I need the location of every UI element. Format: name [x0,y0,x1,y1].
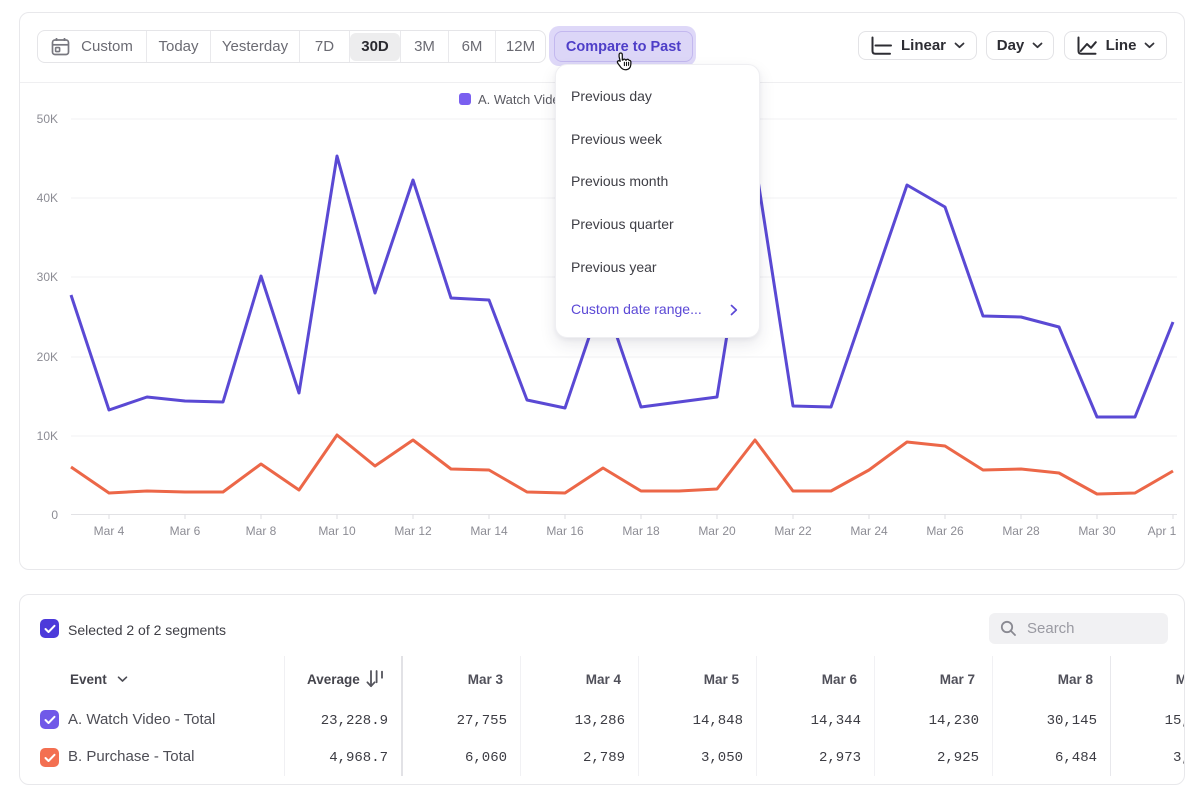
svg-text:0: 0 [51,508,58,522]
svg-text:Mar 16: Mar 16 [546,524,584,538]
svg-text:Mar 18: Mar 18 [622,524,660,538]
svg-text:20K: 20K [37,350,58,364]
svg-text:Mar 26: Mar 26 [926,524,964,538]
svg-text:Mar 8: Mar 8 [246,524,277,538]
svg-text:Mar 24: Mar 24 [850,524,888,538]
svg-text:Mar 14: Mar 14 [470,524,508,538]
svg-text:Mar 20: Mar 20 [698,524,736,538]
svg-text:Mar 6: Mar 6 [170,524,201,538]
svg-text:Mar 28: Mar 28 [1002,524,1040,538]
svg-text:Mar 30: Mar 30 [1078,524,1116,538]
svg-text:50K: 50K [37,112,58,126]
svg-text:10K: 10K [37,429,58,443]
svg-text:Mar 4: Mar 4 [94,524,125,538]
svg-text:Mar 12: Mar 12 [394,524,432,538]
svg-text:40K: 40K [37,191,58,205]
svg-text:Mar 10: Mar 10 [318,524,356,538]
svg-text:Apr 1: Apr 1 [1148,524,1177,538]
svg-text:30K: 30K [37,270,58,284]
svg-text:Mar 22: Mar 22 [774,524,812,538]
